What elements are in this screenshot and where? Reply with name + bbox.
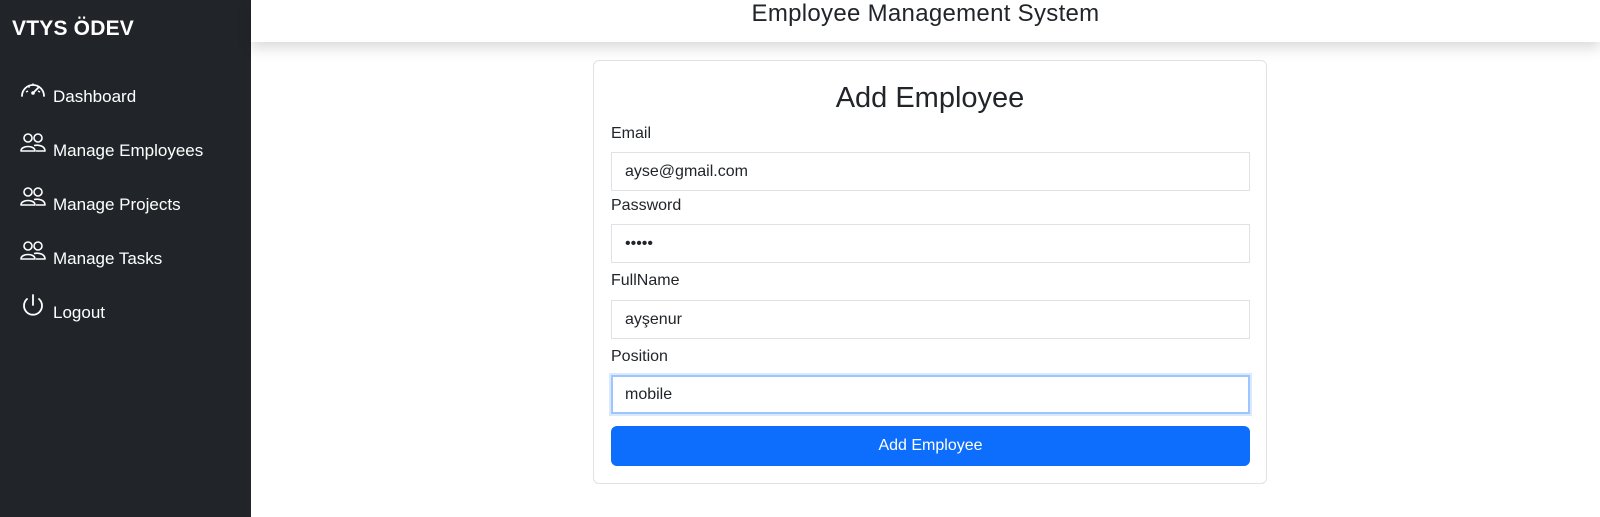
sidebar-item-logout[interactable]: Logout (0, 293, 251, 347)
fullname-field[interactable] (611, 300, 1250, 339)
sidebar-item-label: Dashboard (53, 87, 137, 106)
email-field[interactable] (611, 152, 1250, 191)
sidebar-item-manage-projects[interactable]: Manage Projects (0, 185, 251, 239)
people-icon (19, 185, 47, 211)
sidebar-nav: Dashboard Manage Employees Manage Projec… (0, 77, 251, 347)
top-header: Employee Management System (251, 0, 1600, 42)
sidebar: VTYS ÖDEV Dashboard Manage Employees Man… (0, 0, 251, 517)
speedometer-icon (19, 77, 47, 103)
position-field[interactable] (611, 375, 1250, 414)
sidebar-item-label: Manage Employees (53, 141, 204, 160)
position-label: Position (611, 348, 668, 365)
sidebar-item-dashboard[interactable]: Dashboard (0, 77, 251, 131)
sidebar-item-manage-employees[interactable]: Manage Employees (0, 131, 251, 185)
fullname-label: FullName (611, 272, 680, 289)
page-title: Employee Management System (751, 0, 1100, 27)
sidebar-item-label: Manage Projects (53, 195, 181, 214)
sidebar-item-manage-tasks[interactable]: Manage Tasks (0, 239, 251, 293)
sidebar-item-label: Manage Tasks (53, 249, 163, 268)
power-icon (19, 293, 47, 319)
people-icon (19, 239, 47, 265)
people-icon (19, 131, 47, 157)
add-employee-button[interactable]: Add Employee (611, 426, 1250, 466)
brand-title: VTYS ÖDEV (12, 17, 134, 40)
add-employee-card: Add Employee Email Password FullName Pos… (593, 60, 1267, 484)
form-title: Add Employee (835, 82, 1025, 114)
email-label: Email (611, 125, 652, 142)
password-label: Password (611, 197, 682, 214)
password-field[interactable] (611, 224, 1250, 263)
sidebar-item-label: Logout (53, 303, 105, 322)
